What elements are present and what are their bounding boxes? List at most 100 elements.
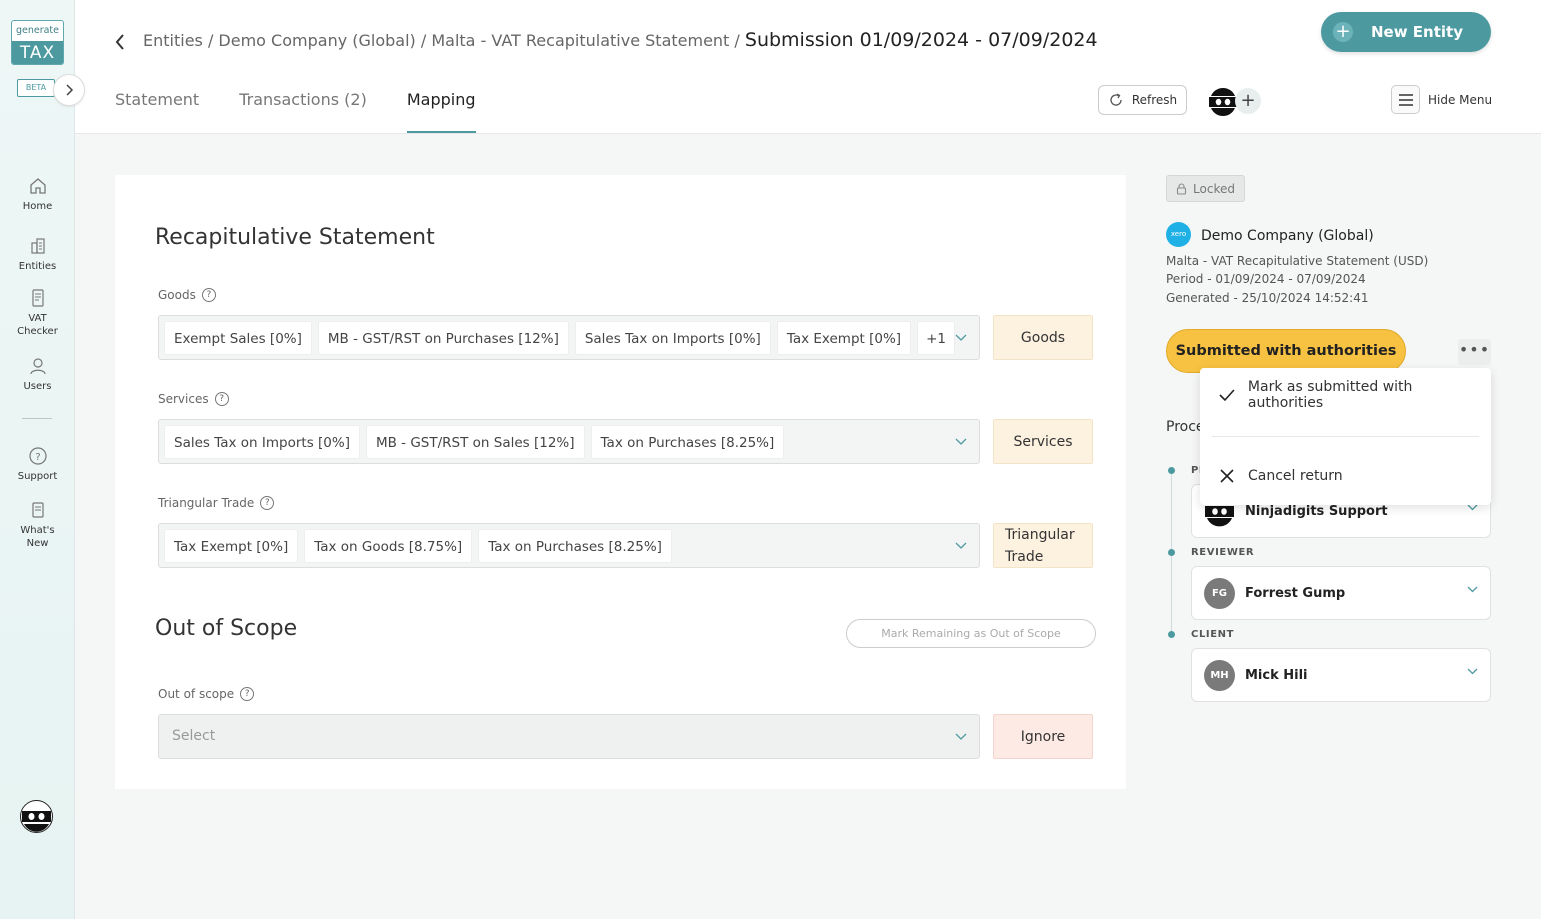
company-name: Demo Company (Global) <box>1201 228 1374 244</box>
refresh-label: Refresh <box>1131 93 1178 107</box>
goods-chip[interactable]: Tax Exempt [0%] <box>776 320 912 355</box>
services-chip[interactable]: MB - GST/RST on Sales [12%] <box>365 424 585 459</box>
sidebar-item-home[interactable]: Home <box>0 176 75 213</box>
help-icon[interactable]: ? <box>260 496 275 510</box>
menu-item-label: Mark as submitted with authorities <box>1247 379 1413 411</box>
lock-icon <box>1176 182 1187 195</box>
refresh-icon <box>1110 93 1122 106</box>
goods-chip[interactable]: MB - GST/RST on Purchases [12%] <box>317 320 569 355</box>
triangular-label-text: Triangular Trade <box>158 496 255 510</box>
logo-bottom-text: TAX <box>12 41 63 64</box>
sidebar-item-users[interactable]: Users <box>0 356 75 393</box>
services-chip[interactable]: Sales Tax on Imports [0%] <box>164 424 360 459</box>
chevron-down-icon[interactable] <box>955 438 967 446</box>
header: Entities / Demo Company (Global) / Malta… <box>75 0 1541 134</box>
timeline-dot <box>1168 631 1175 638</box>
services-label: Services ? <box>158 392 229 406</box>
out-of-scope-select[interactable]: Select <box>158 714 980 759</box>
avatar: MH <box>1204 659 1235 691</box>
goods-multiselect[interactable]: Exempt Sales [0%] MB - GST/RST on Purcha… <box>158 315 980 360</box>
out-of-scope-label: Out of scope ? <box>158 687 255 701</box>
sidebar: generate TAX BETA Home Entities VAT Chec… <box>0 0 75 919</box>
out-of-scope-title: Out of Scope <box>155 616 298 641</box>
avatar: FG <box>1204 577 1235 609</box>
triangular-trade-label: Triangular Trade ? <box>158 496 275 510</box>
news-icon <box>31 502 44 518</box>
goods-more-chip[interactable]: +1 <box>917 320 955 355</box>
hide-menu-button[interactable]: Hide Menu <box>1391 85 1492 114</box>
goods-chip[interactable]: Sales Tax on Imports [0%] <box>574 320 771 355</box>
chevron-down-icon[interactable] <box>955 542 967 550</box>
plus-icon: + <box>1240 90 1256 111</box>
tag-line: Trade <box>1005 548 1044 565</box>
mark-remaining-out-of-scope-button[interactable]: Mark Remaining as Out of Scope <box>846 619 1096 648</box>
chevron-down-icon <box>1467 504 1478 511</box>
generate-tax-logo[interactable]: generate TAX <box>11 20 64 65</box>
goods-tag: Goods <box>993 315 1093 360</box>
triangular-chip[interactable]: Tax on Goods [8.75%] <box>304 528 473 563</box>
services-chip[interactable]: Tax on Purchases [8.25%] <box>590 424 785 459</box>
sidebar-item-whats-new[interactable]: What's New <box>0 500 75 550</box>
select-placeholder: Select <box>172 728 216 744</box>
help-icon: ? <box>28 447 47 465</box>
sidebar-item-label: Support <box>17 471 58 482</box>
statement-type: Malta - VAT Recapitulative Statement (US… <box>1166 254 1429 268</box>
chevron-right-icon <box>66 84 74 96</box>
ninja-avatar-icon[interactable] <box>20 800 53 833</box>
reviewer-role-label: REVIEWER <box>1191 547 1255 558</box>
client-select[interactable]: MH Mick Hili <box>1191 648 1491 702</box>
menu-divider <box>1212 436 1479 437</box>
client-name: Mick Hili <box>1245 667 1308 683</box>
goods-label: Goods ? <box>158 288 216 302</box>
tab-mapping[interactable]: Mapping <box>406 90 476 133</box>
goods-chip[interactable]: Exempt Sales [0%] <box>164 320 312 355</box>
sidebar-item-label: Entities <box>18 261 57 272</box>
services-label-text: Services <box>158 392 209 406</box>
svg-text:?: ? <box>35 452 40 463</box>
close-icon <box>1220 469 1234 483</box>
process-label: Proce <box>1166 419 1205 435</box>
menu-item-label: Cancel return <box>1248 468 1343 484</box>
tab-statement[interactable]: Statement <box>115 90 199 133</box>
logo-top-text: generate <box>15 25 60 36</box>
reviewer-name: Forrest Gump <box>1245 585 1346 601</box>
triangular-trade-multiselect[interactable]: Tax Exempt [0%] Tax on Goods [8.75%] Tax… <box>158 523 980 568</box>
add-user-button[interactable]: + <box>1235 88 1261 114</box>
sidebar-item-support[interactable]: ? Support <box>0 446 75 483</box>
triangular-trade-tag: Triangular Trade <box>993 523 1093 568</box>
sidebar-item-vat-checker[interactable]: VAT Checker <box>0 288 75 338</box>
refresh-button[interactable]: Refresh <box>1098 85 1187 115</box>
status-button[interactable]: Submitted with authorities <box>1166 329 1406 373</box>
chevron-down-icon[interactable] <box>955 334 967 342</box>
statement-generated: Generated - 25/10/2024 14:52:41 <box>1166 291 1369 305</box>
ninja-avatar-icon[interactable] <box>1208 87 1238 117</box>
timeline-dot <box>1168 549 1175 556</box>
xero-logo-icon: xero <box>1166 222 1191 247</box>
menu-item-cancel-return[interactable]: Cancel return <box>1200 456 1491 496</box>
user-icon <box>29 358 46 375</box>
help-icon[interactable]: ? <box>214 392 229 406</box>
hide-menu-label: Hide Menu <box>1428 92 1493 107</box>
breadcrumb-path[interactable]: Entities / Demo Company (Global) / Malta… <box>143 31 745 50</box>
chevron-down-icon <box>955 733 967 740</box>
chevron-down-icon <box>1467 586 1478 593</box>
help-icon[interactable]: ? <box>240 687 255 701</box>
tab-transactions[interactable]: Transactions (2) <box>239 90 367 133</box>
more-options-button[interactable]: ••• <box>1458 339 1491 365</box>
reviewer-select[interactable]: FG Forrest Gump <box>1191 566 1491 620</box>
expand-sidebar-button[interactable] <box>53 74 85 106</box>
chevron-left-icon <box>115 34 124 50</box>
menu-item-mark-submitted[interactable]: Mark as submitted with authorities <box>1200 375 1491 415</box>
services-multiselect[interactable]: Sales Tax on Imports [0%] MB - GST/RST o… <box>158 419 980 464</box>
chevron-down-icon <box>1467 668 1478 675</box>
triangular-chip[interactable]: Tax on Purchases [8.25%] <box>478 528 672 563</box>
recap-statement-title: Recapitulative Statement <box>155 225 435 250</box>
back-button[interactable] <box>110 30 130 54</box>
ignore-tag: Ignore <box>993 714 1093 759</box>
new-entity-label: New Entity <box>1371 23 1463 41</box>
triangular-chip[interactable]: Tax Exempt [0%] <box>164 528 299 563</box>
sidebar-item-label: What's New <box>20 525 55 549</box>
new-entity-button[interactable]: + New Entity <box>1321 12 1491 52</box>
help-icon[interactable]: ? <box>201 288 216 302</box>
sidebar-item-entities[interactable]: Entities <box>0 236 75 273</box>
